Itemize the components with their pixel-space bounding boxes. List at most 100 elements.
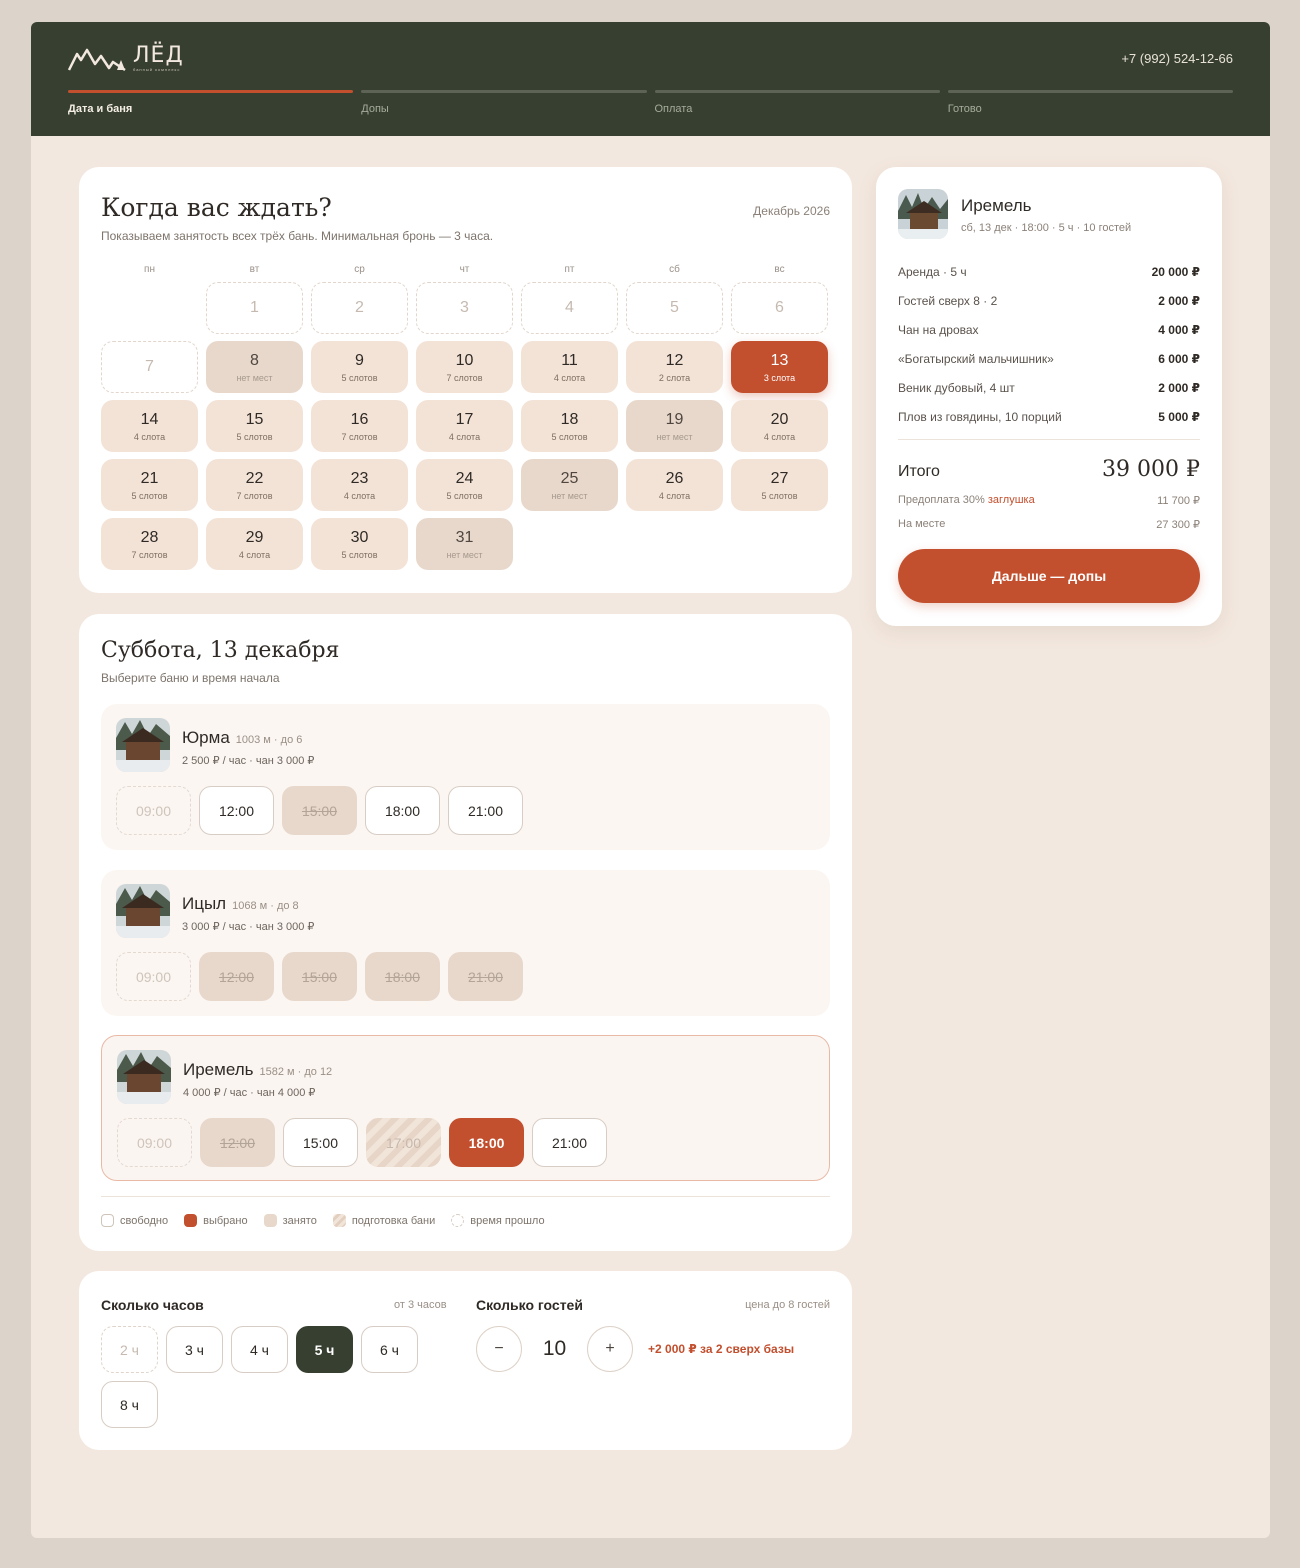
weekday-label: чт [459,264,470,275]
calendar-day[interactable]: 13 3 слота [731,341,828,393]
day-availability: нет мест [656,432,693,442]
legend-label: выбрано [203,1214,248,1227]
calendar-day[interactable]: 24 5 слотов [416,459,513,511]
weekday-row: пн вт ср чт пт сб вс [101,264,828,275]
time-slot-button[interactable]: 21:00 [448,786,523,835]
day-availability: 5 слотов [341,550,378,560]
bath-photo-icon [116,884,170,938]
calendar-day[interactable]: 10 7 слотов [416,341,513,393]
day-availability: 5 слотов [341,373,378,383]
calendar-day: 5 [626,282,723,334]
day-availability: нет мест [446,550,483,560]
day-availability: нет мест [236,373,273,383]
busy-swatch [263,1214,277,1227]
calendar-day[interactable]: 21 5 слотов [101,459,198,511]
weekday-label: пт [564,264,575,275]
step-label: Допы [361,103,389,115]
calendar-day[interactable]: 26 4 слота [626,459,723,511]
day-number: 22 [245,470,264,487]
step-label: Оплата [654,103,693,115]
calendar-day[interactable]: 20 4 слота [731,400,828,452]
prepayment-label: Предоплата 30% [898,494,985,506]
calendar-day: 2 [311,282,408,334]
summary-lines: Аренда · 5 ч 20 000 ₽ Гостей сверх 8 · 2 2 … [898,257,1200,440]
bath-photo-icon [898,189,948,239]
calendar-empty-cell [101,282,198,334]
time-slot-button[interactable]: 15:00 [283,1118,358,1167]
day-availability: 4 слота [238,550,271,560]
legend-busy: занято [263,1214,317,1227]
hours-option-button[interactable]: 4 ч [231,1326,288,1373]
bath-meta: 1582 м · до 12 [259,1066,333,1078]
step-bar [947,90,1233,93]
calendar-day[interactable]: 23 4 слота [311,459,408,511]
day-number: 20 [770,411,789,428]
time-slot-button: 17:00 [366,1118,441,1167]
prep-swatch [332,1214,346,1227]
line-value: 6 000 ₽ [1158,351,1200,366]
summary-line: Веник дубовый, 4 шт 2 000 ₽ [898,373,1200,402]
hours-option-button[interactable]: 5 ч [296,1326,353,1373]
bath-photo-icon [116,718,170,772]
calendar-day[interactable]: 28 7 слотов [101,518,198,570]
calendar-day[interactable]: 17 4 слота [416,400,513,452]
guests-minus-button[interactable]: − [476,1326,522,1372]
hours-hint: от 3 часов [394,1299,447,1311]
calendar-day[interactable]: 27 5 слотов [731,459,828,511]
legend-label: свободно [120,1214,169,1227]
summary-line: Чан на дровах 4 000 ₽ [898,315,1200,344]
calendar-day[interactable]: 22 7 слотов [206,459,303,511]
step-bar [361,90,647,93]
bath-price: 3 000 ₽ / час · чан 3 000 ₽ [182,921,315,933]
guests-plus-button[interactable]: + [587,1326,633,1372]
day-number: 8 [250,352,259,369]
day-availability: 2 слота [658,373,691,383]
calendar-day[interactable]: 9 5 слотов [311,341,408,393]
time-slot-button[interactable]: 12:00 [199,786,274,835]
next-extras-button[interactable]: Дальше — допы [898,549,1200,603]
step-payment[interactable]: Оплата [654,90,940,115]
onsite-value: 27 300 ₽ [1156,519,1200,531]
bath-card[interactable]: Юрма 1003 м · до 6 2 500 ₽ / час · чан 3 0… [101,704,830,850]
calendar-day: 25 нет мест [521,459,618,511]
legend-prep: подготовка бани [332,1214,435,1227]
calendar-day[interactable]: 18 5 слотов [521,400,618,452]
calendar-day[interactable]: 12 2 слота [626,341,723,393]
bath-card[interactable]: Ицыл 1068 м · до 8 3 000 ₽ / час · чан 3 0… [101,870,830,1016]
page-frame: ЛЁД банный комплекс +7 (992) 524-12-66 Д… [31,22,1270,1538]
day-availability: 4 слота [133,432,166,442]
step-done[interactable]: Готово [947,90,1233,115]
hours-option-button[interactable]: 8 ч [101,1381,158,1428]
logo-subtitle: банный комплекс [133,66,181,72]
slots-title: Суббота, 13 декабря [101,638,340,663]
time-slot-button: 18:00 [365,952,440,1001]
logo[interactable]: ЛЁД банный комплекс [67,44,184,72]
guests-stepper: − 10 + +2 000 ₽ за 2 сверх базы [476,1326,794,1372]
phone-number[interactable]: +7 (992) 524-12-66 [1121,51,1233,66]
calendar-day[interactable]: 30 5 слотов [311,518,408,570]
time-slot-button[interactable]: 18:00 [449,1118,524,1167]
time-slot-button[interactable]: 21:00 [532,1118,607,1167]
step-date-bath[interactable]: Дата и баня [68,90,354,115]
calendar-day[interactable]: 15 5 слотов [206,400,303,452]
hours-option-button[interactable]: 6 ч [361,1326,418,1373]
day-number: 28 [140,529,159,546]
calendar-month: Декабрь 2026 [753,204,830,218]
calendar-subtitle: Показываем занятость всех трёх бань. Мин… [101,229,494,243]
bath-card[interactable]: Иремель 1582 м · до 12 4 000 ₽ / час · чан… [101,1035,830,1181]
calendar-day[interactable]: 11 4 слота [521,341,618,393]
day-number: 30 [350,529,369,546]
weekday-label: пн [144,264,155,275]
calendar-day[interactable]: 29 4 слота [206,518,303,570]
calendar-day[interactable]: 16 7 слотов [311,400,408,452]
calendar-day[interactable]: 14 4 слота [101,400,198,452]
time-slot-button[interactable]: 18:00 [365,786,440,835]
guests-count: 10 [542,1337,567,1360]
time-slot-button: 09:00 [117,1118,192,1167]
selected-swatch [184,1214,198,1227]
hours-option-button[interactable]: 3 ч [166,1326,223,1373]
weekday-label: ср [354,264,365,275]
step-extras[interactable]: Допы [361,90,647,115]
bath-title: Юрма [182,728,230,747]
step-bar [68,90,354,93]
